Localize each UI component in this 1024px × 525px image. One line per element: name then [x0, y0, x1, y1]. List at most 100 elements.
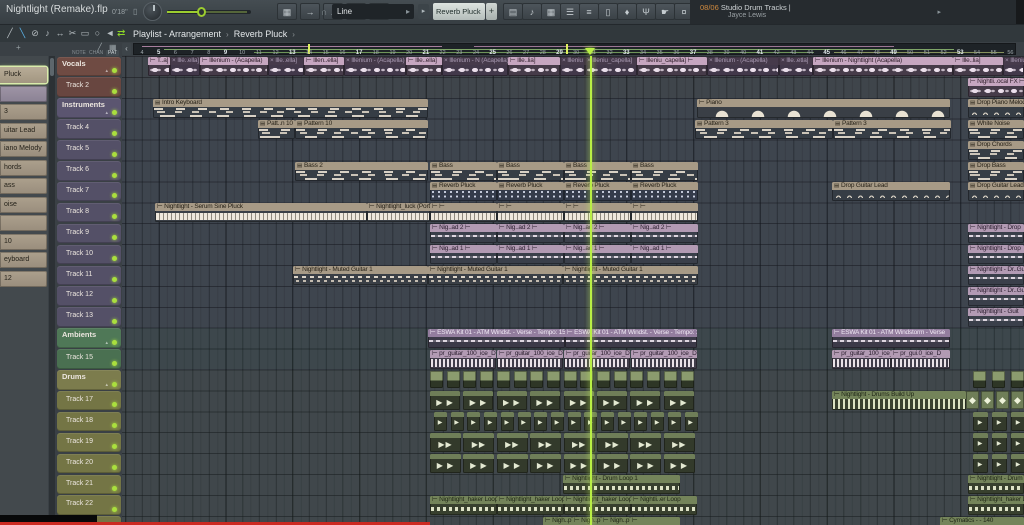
clip[interactable]: ▶ [684, 412, 698, 432]
clip[interactable]: ⊢ Nigh..p 2 [601, 516, 630, 525]
clip[interactable]: ⊢ T..a] [148, 57, 170, 76]
picker-item[interactable]: 3 [0, 104, 47, 120]
clip[interactable]: ▶ [534, 412, 548, 432]
clip[interactable]: ▶ [1011, 433, 1024, 453]
midi-keyboard-button[interactable]: ▦ [277, 3, 297, 20]
track-header-drums[interactable]: Drums ▴ [57, 370, 121, 390]
clip[interactable] [663, 370, 677, 388]
clip[interactable]: ▤ Bass [430, 161, 497, 181]
drum-fill-clip[interactable]: ◆ [996, 391, 1009, 410]
collapse-icon[interactable]: ▴ [105, 110, 108, 116]
channel-rack-button[interactable]: ▦ [541, 3, 561, 20]
track-header-vocals[interactable]: Vocals ▴ [57, 56, 121, 76]
track-enable-led[interactable] [112, 423, 117, 429]
picker-item[interactable]: Pluck [0, 67, 47, 83]
playlist-button[interactable]: ▤ [503, 3, 523, 20]
picker-item[interactable]: iano Melody [0, 141, 47, 157]
clip[interactable] [480, 370, 494, 388]
clip[interactable]: ▶ ▶ [496, 454, 528, 474]
picker-item[interactable]: hords [0, 159, 47, 176]
clip[interactable]: ⊢ pr_guitar_100_ice_D [564, 349, 630, 369]
touch-button[interactable]: ☛ [655, 3, 675, 20]
clip[interactable]: ▤ Drop Piano Melody [968, 98, 1024, 118]
clip[interactable]: ⊢ Nig..ad 2 ⊢ [564, 224, 631, 244]
track-header-track-8[interactable]: Track 8 [57, 202, 121, 223]
clip[interactable]: ▶ [667, 412, 681, 432]
clip[interactable]: ⊢ Nig..ad 2 ⊢ [631, 224, 698, 244]
scrollbar-thumb[interactable] [50, 58, 54, 76]
clip[interactable]: ▤ White Noise [968, 119, 1024, 139]
clip[interactable]: ⊢ ESWA Kit 01 - ATM Windstorm - Verse [832, 328, 950, 348]
picker-item[interactable]: ass [0, 178, 47, 194]
collapse-icon[interactable]: ▴ [105, 382, 108, 388]
track-header-track-11[interactable]: Track 11 [57, 265, 121, 285]
clip[interactable]: ▶▶ [496, 433, 528, 453]
track-enable-led[interactable] [112, 68, 117, 73]
clip[interactable]: ▤ Bass [631, 161, 698, 181]
clip[interactable]: ▤ Drop Guitar Lead [968, 182, 1024, 202]
clip[interactable]: ▶▶ [530, 433, 562, 453]
clip[interactable]: ⊢ Nightlight - Drums Build Up [832, 391, 966, 411]
clip[interactable]: ⊢ Nightlight - Drum [968, 475, 1024, 494]
clip[interactable]: ⊢ Nig..ad 2 ⊢ [497, 224, 564, 244]
clip[interactable]: ⊢ ESWA Kit 01 - ATM Windst. - Verse - Te… [428, 328, 565, 348]
paint-tool-icon[interactable]: ╲ [17, 27, 29, 40]
clip[interactable]: ⊢ Nigh..p 2 [543, 516, 572, 525]
clip[interactable]: ▶▶ [597, 433, 628, 453]
track-enable-led[interactable] [112, 465, 117, 471]
clip[interactable]: ⊢ ⊢ [564, 203, 631, 223]
track-header-instruments[interactable]: Instruments ▴ [57, 98, 121, 118]
track-header-track-17[interactable]: Track 17 [57, 390, 121, 411]
snap-line-dropdown[interactable]: Line ▸ [332, 4, 414, 19]
clip[interactable]: ⊢ pr_guitar_100_ice_D [832, 349, 891, 369]
clip[interactable]: ⊢ Nightlight - Drop [968, 245, 1024, 265]
clip[interactable]: ⊢ Nightlight - Muted Guitar 1 [563, 266, 698, 285]
clip[interactable]: ▶ [1011, 412, 1024, 432]
track-enable-led[interactable] [112, 151, 117, 157]
clip[interactable]: ⊢ Nig..ad 2 ⊢ [430, 224, 497, 244]
track-header-track-9[interactable]: Track 9 [57, 223, 121, 244]
clip[interactable]: ▶ ▶ [430, 391, 460, 411]
track-enable-led[interactable] [112, 402, 117, 408]
clip[interactable] [597, 370, 610, 388]
track-header-track-10[interactable]: Track 10 [57, 244, 121, 265]
clip[interactable] [496, 370, 510, 388]
track-header-track-5[interactable]: Track 5 [57, 140, 121, 160]
clip[interactable]: × Ille..etla] [779, 57, 813, 76]
breadcrumb-arrangement[interactable]: Playlist - Arrangement [133, 29, 221, 39]
picker-item[interactable]: 12 [0, 270, 47, 287]
clip[interactable]: ▶ ▶ [630, 454, 662, 474]
clip[interactable]: ▤ Drop Chords [968, 140, 1024, 160]
timeline-ruler[interactable]: 4 5 6 7 8 9 10 11 12 13 14 15 16 17 18 19 20 21 22 23 24 25 26… [122, 48, 1024, 56]
track-enable-led[interactable] [112, 360, 117, 366]
clip[interactable]: ⊢ ⊢ [430, 203, 497, 223]
track-enable-led[interactable] [112, 256, 117, 262]
clip[interactable]: ▤ Bass [564, 161, 631, 181]
clip[interactable]: ⊢ Nightlight_haker Loop [497, 495, 564, 515]
clip[interactable]: ▶ ▶ [597, 391, 627, 411]
track-header-ambients[interactable]: Ambients ▴ [57, 328, 121, 348]
track-enable-led[interactable] [112, 381, 117, 387]
clip[interactable]: ⊢ Ille..ella] [406, 57, 442, 76]
clip[interactable]: ⊢ Nig..ad 1 ⊢ [430, 245, 497, 265]
clip[interactable]: ▶ ▶ [430, 454, 461, 474]
selector-prev-button[interactable]: ▸ [418, 4, 429, 19]
clip[interactable]: ▤ Reverb Pluck [631, 182, 698, 202]
clip[interactable]: × Illenium - (Acapella) [707, 57, 779, 76]
clip[interactable]: ⊢ Nightlight - Muted Guitar 1 [428, 266, 563, 285]
clip[interactable]: ⊢ Illen..ella] [304, 57, 344, 76]
clip[interactable]: ▶▶ [630, 433, 662, 453]
clip[interactable]: ▶ ▶ [663, 391, 694, 411]
clip[interactable]: ▶ [601, 412, 614, 432]
clip[interactable]: ▤ Bass [497, 161, 564, 181]
breadcrumb[interactable]: Playlist - Arrangement › Reverb Pluck › [133, 29, 300, 39]
clip[interactable]: × Illeniu [1003, 57, 1024, 76]
clip[interactable] [463, 370, 477, 388]
move-icon[interactable]: + [16, 43, 21, 52]
clip[interactable]: ⊢ Nig..ad 1 ⊢ [564, 245, 631, 265]
track-header-track-2[interactable]: Track 2 [57, 77, 121, 97]
clip[interactable] [530, 370, 544, 388]
pattern-selector[interactable]: Reverb Pluck [433, 3, 485, 20]
clip[interactable]: ⊢ Nightlight_haker L [968, 495, 1024, 515]
clip[interactable]: ▶ ▶ [530, 391, 561, 411]
